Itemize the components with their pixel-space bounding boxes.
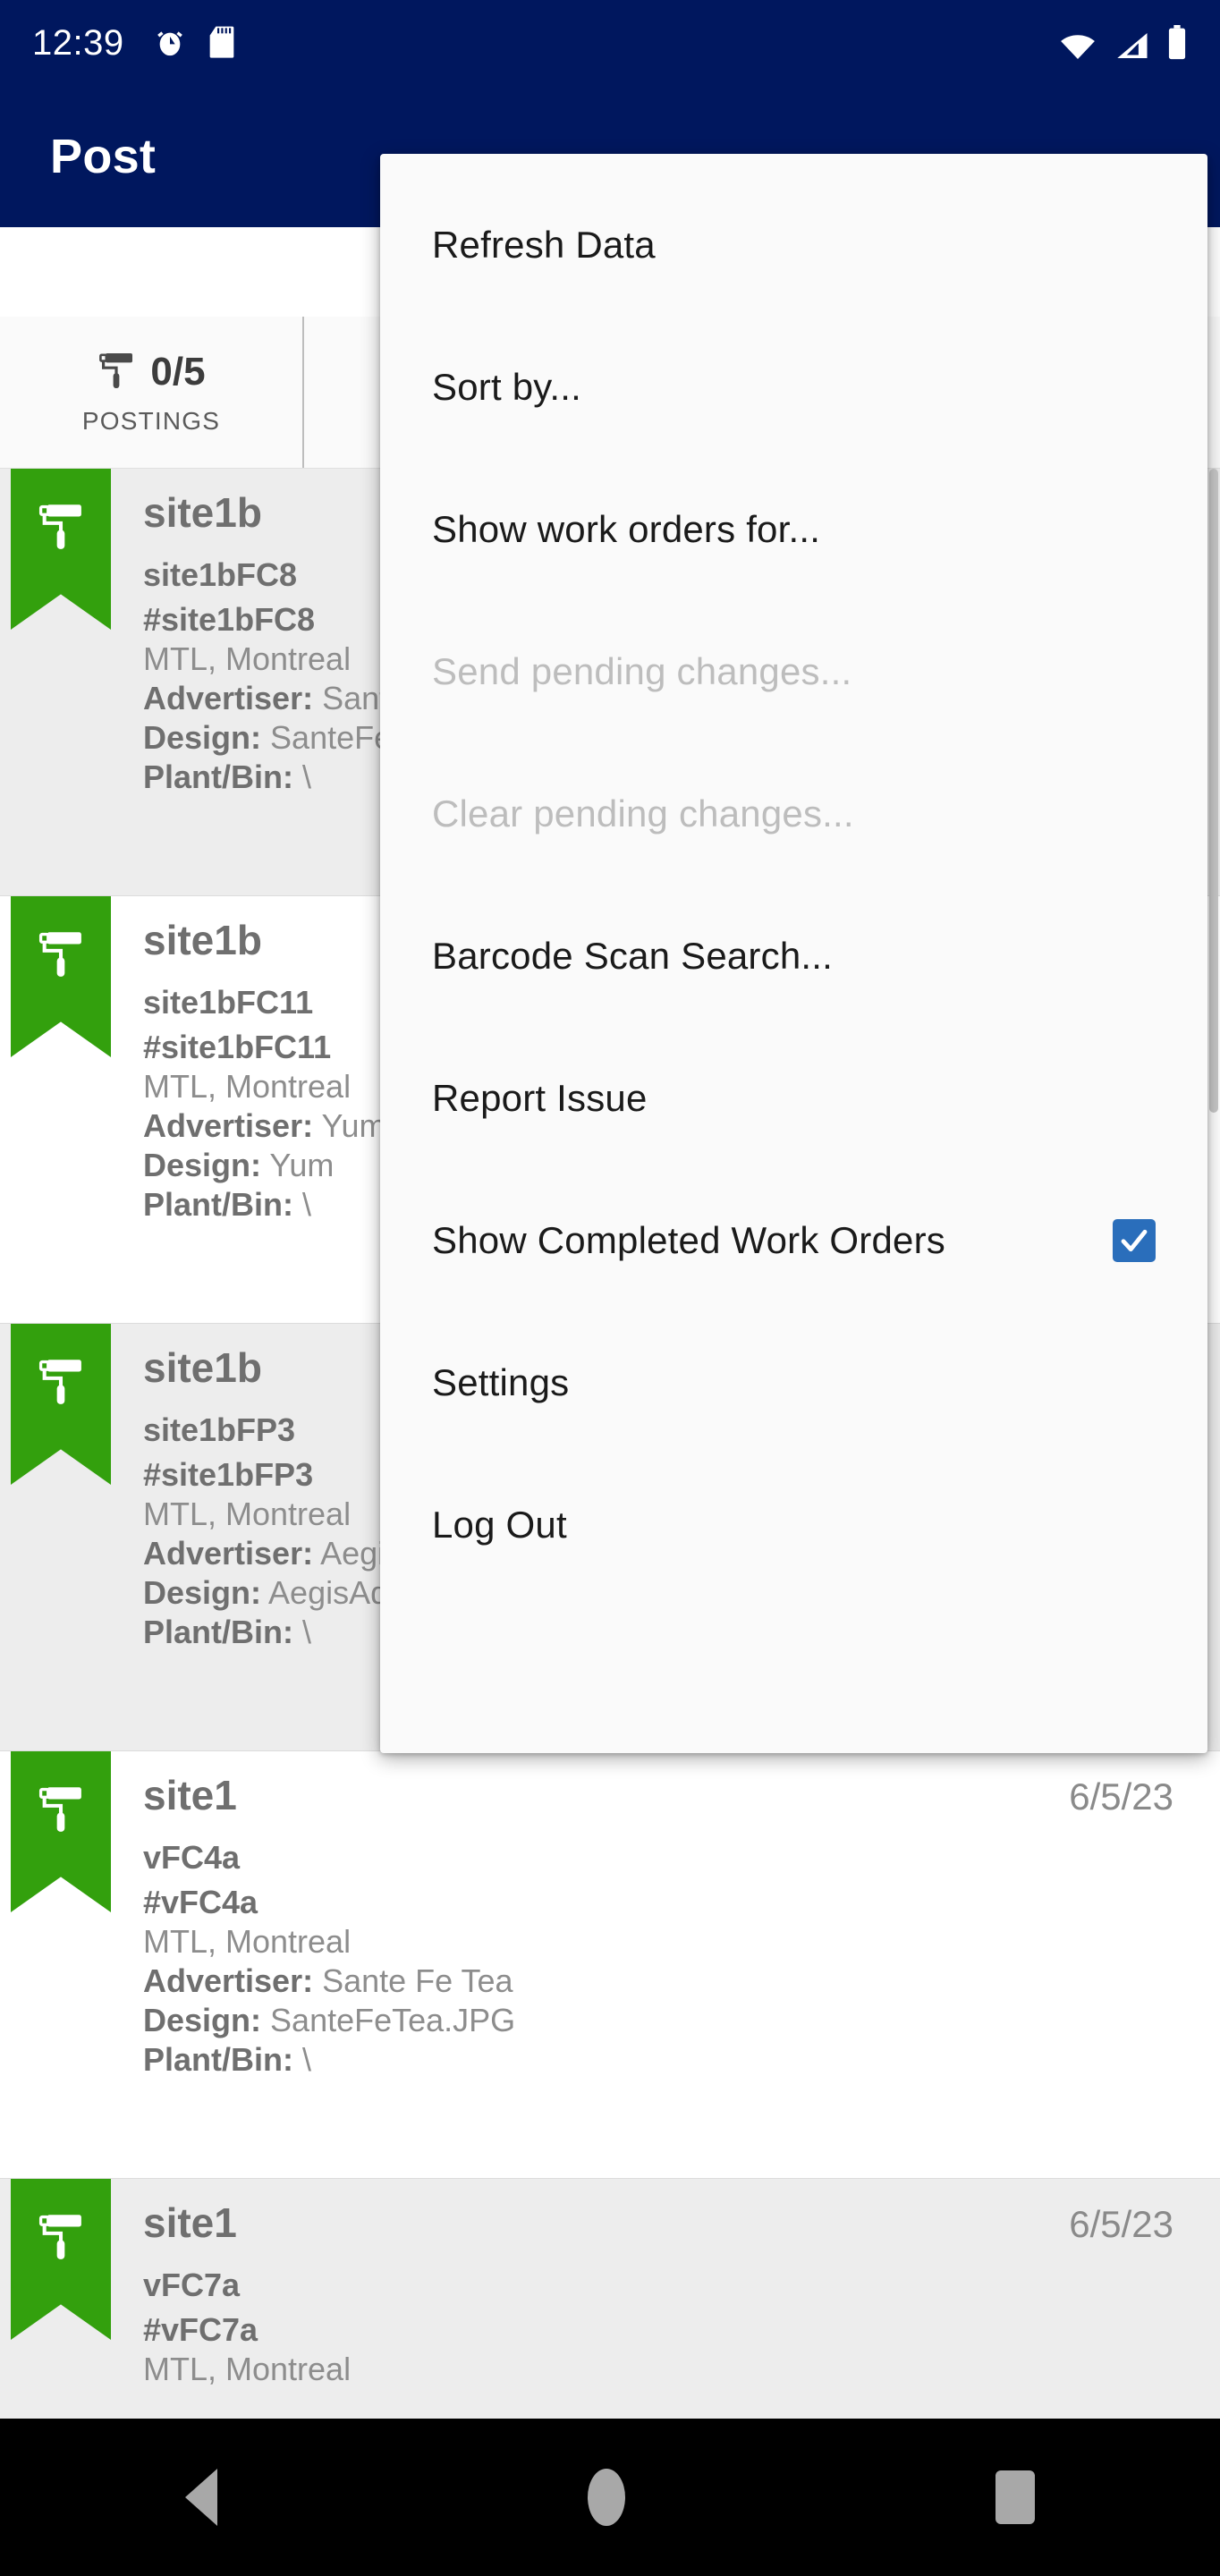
list-item-plant-bin: Plant/Bin: \: [143, 2041, 1199, 2079]
tab-postings-count: 0/5: [150, 350, 205, 394]
status-flag: [11, 1324, 111, 1485]
status-bar-notification-icons: [155, 25, 235, 61]
menu-item-settings[interactable]: Settings: [380, 1311, 1207, 1453]
list-item-title: site1: [143, 2199, 237, 2247]
home-icon[interactable]: [588, 2469, 625, 2526]
menu-item-label: Settings: [432, 1361, 1156, 1404]
status-flag: [11, 469, 111, 630]
wifi-icon: [1059, 32, 1097, 61]
advertiser-value: Sante Fe Tea: [322, 1962, 513, 1999]
list-item-design: Design: SanteFeTea.JPG: [143, 2002, 1199, 2039]
list-scrollbar[interactable]: [1209, 469, 1218, 2419]
list-item-date: 6/5/23: [1069, 2203, 1173, 2246]
check-icon: [1118, 1224, 1150, 1257]
design-label: Design:: [143, 2002, 261, 2038]
plant-label: Plant/Bin:: [143, 2041, 293, 2078]
design-label: Design:: [143, 719, 261, 756]
battery-icon: [1166, 25, 1188, 61]
list-item-subtitle: vFC7a: [143, 2267, 1199, 2304]
design-label: Design:: [143, 1574, 261, 1611]
status-bar-clock: 12:39: [32, 23, 124, 64]
menu-item-label: Log Out: [432, 1504, 1156, 1546]
status-flag: [11, 1751, 111, 1912]
design-label: Design:: [143, 1147, 261, 1183]
overflow-menu[interactable]: Refresh Data Sort by... Show work orders…: [380, 154, 1207, 1753]
menu-item-show-work-orders-for[interactable]: Show work orders for...: [380, 458, 1207, 600]
advertiser-label: Advertiser:: [143, 680, 313, 716]
list-item-reference: #vFC7a: [143, 2311, 1199, 2349]
list-item-location: MTL, Montreal: [143, 2351, 1199, 2388]
phone-screen: 12:39 Post: [0, 0, 1220, 2576]
menu-item-label: Refresh Data: [432, 224, 1156, 267]
status-bar-system-icons: [1059, 25, 1188, 61]
list-scrollbar-thumb[interactable]: [1209, 469, 1218, 1113]
paint-roller-icon: [97, 351, 136, 394]
menu-item-label: Send pending changes...: [432, 650, 1156, 693]
menu-item-report-issue[interactable]: Report Issue: [380, 1027, 1207, 1169]
menu-item-sort-by[interactable]: Sort by...: [380, 316, 1207, 458]
list-item-title: site1b: [143, 1343, 262, 1392]
tab-postings[interactable]: 0/5 POSTINGS: [0, 317, 304, 468]
status-flag: [11, 2179, 111, 2340]
design-value: Yum: [269, 1147, 334, 1183]
menu-item-clear-pending-changes: Clear pending changes...: [380, 742, 1207, 885]
menu-item-send-pending-changes: Send pending changes...: [380, 600, 1207, 742]
design-value: SanteFeTea.JPG: [270, 2002, 515, 2038]
recents-icon[interactable]: [995, 2470, 1035, 2524]
menu-item-barcode-scan-search[interactable]: Barcode Scan Search...: [380, 885, 1207, 1027]
advertiser-label: Advertiser:: [143, 1107, 313, 1144]
advertiser-value: Yum: [321, 1107, 385, 1144]
list-item-title: site1b: [143, 916, 262, 964]
menu-item-label: Show Completed Work Orders: [432, 1219, 1097, 1262]
tab-postings-label: POSTINGS: [82, 407, 220, 436]
list-item-title: site1b: [143, 488, 262, 537]
list-item[interactable]: site1 6/5/23 vFC4a #vFC4a MTL, Montreal …: [0, 1751, 1220, 2179]
menu-item-log-out[interactable]: Log Out: [380, 1453, 1207, 1596]
plant-value: \: [302, 758, 311, 795]
system-navigation-bar: [0, 2419, 1220, 2576]
page-title: Post: [50, 129, 156, 184]
back-icon[interactable]: [185, 2469, 217, 2526]
list-item-advertiser: Advertiser: Sante Fe Tea: [143, 1962, 1199, 2000]
sd-card-icon: [208, 25, 235, 61]
list-item-header: site1 6/5/23: [143, 2199, 1199, 2247]
plant-label: Plant/Bin:: [143, 1186, 293, 1223]
show-completed-work-orders-checkbox[interactable]: [1113, 1219, 1156, 1262]
plant-label: Plant/Bin:: [143, 758, 293, 795]
signal-icon: [1113, 30, 1150, 61]
list-item-subtitle: vFC4a: [143, 1839, 1199, 1877]
list-item-title: site1: [143, 1771, 237, 1819]
plant-label: Plant/Bin:: [143, 1614, 293, 1650]
menu-item-show-completed-work-orders[interactable]: Show Completed Work Orders: [380, 1169, 1207, 1311]
list-item-location: MTL, Montreal: [143, 1923, 1199, 1961]
menu-item-refresh-data[interactable]: Refresh Data: [380, 174, 1207, 316]
status-bar: 12:39: [0, 0, 1220, 86]
plant-value: \: [302, 1614, 311, 1650]
menu-item-label: Clear pending changes...: [432, 792, 1156, 835]
list-item[interactable]: site1 6/5/23 vFC7a #vFC7a MTL, Montreal: [0, 2179, 1220, 2419]
advertiser-label: Advertiser:: [143, 1535, 313, 1572]
menu-item-label: Barcode Scan Search...: [432, 935, 1156, 978]
plant-value: \: [302, 1186, 311, 1223]
menu-item-label: Show work orders for...: [432, 508, 1156, 551]
list-item-body: site1 6/5/23 vFC7a #vFC7a MTL, Montreal: [143, 2199, 1199, 2388]
list-item-body: site1 6/5/23 vFC4a #vFC4a MTL, Montreal …: [143, 1771, 1199, 2079]
list-item-reference: #vFC4a: [143, 1884, 1199, 1921]
alarm-icon: [155, 25, 185, 61]
plant-value: \: [302, 2041, 311, 2078]
menu-item-label: Sort by...: [432, 366, 1156, 409]
advertiser-label: Advertiser:: [143, 1962, 313, 1999]
list-item-header: site1 6/5/23: [143, 1771, 1199, 1819]
menu-item-label: Report Issue: [432, 1077, 1156, 1120]
list-item-date: 6/5/23: [1069, 1775, 1173, 1818]
tab-postings-top: 0/5: [97, 350, 205, 394]
status-flag: [11, 896, 111, 1057]
